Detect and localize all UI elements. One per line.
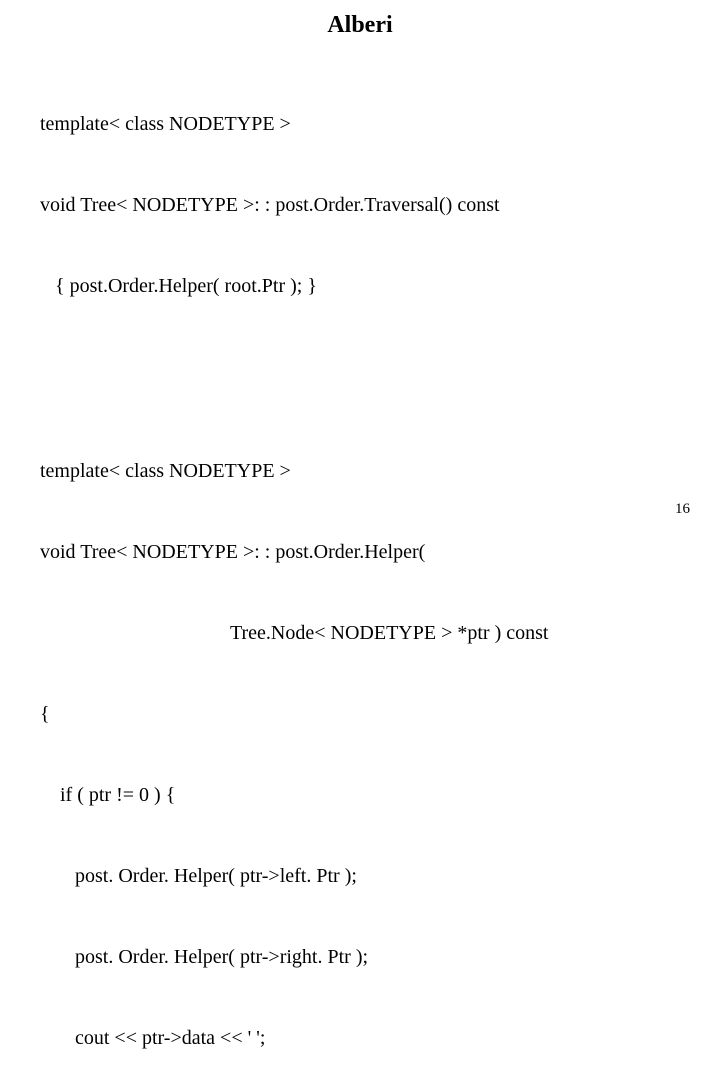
code-line: cout << ptr->data << ' '; xyxy=(40,1025,680,1052)
page-title: Alberi xyxy=(40,12,680,39)
code-line: Tree.Node< NODETYPE > *ptr ) const xyxy=(40,620,680,647)
code-line: { post.Order.Helper( root.Ptr ); } xyxy=(40,273,680,300)
code-block-2: template< class NODETYPE > void Tree< NO… xyxy=(40,404,680,1080)
code-line: if ( ptr != 0 ) { xyxy=(40,782,680,809)
slide: Alberi template< class NODETYPE > void T… xyxy=(0,0,720,540)
page-number: 16 xyxy=(675,501,690,518)
code-line: post. Order. Helper( ptr->right. Ptr ); xyxy=(40,944,680,971)
code-line: void Tree< NODETYPE >: : post.Order.Trav… xyxy=(40,192,680,219)
code-line: template< class NODETYPE > xyxy=(40,458,680,485)
code-line: { xyxy=(40,701,680,728)
code-line: template< class NODETYPE > xyxy=(40,111,680,138)
code-block-1: template< class NODETYPE > void Tree< NO… xyxy=(40,57,680,354)
code-line: void Tree< NODETYPE >: : post.Order.Help… xyxy=(40,539,680,566)
code-line: post. Order. Helper( ptr->left. Ptr ); xyxy=(40,863,680,890)
spacer xyxy=(40,354,680,404)
